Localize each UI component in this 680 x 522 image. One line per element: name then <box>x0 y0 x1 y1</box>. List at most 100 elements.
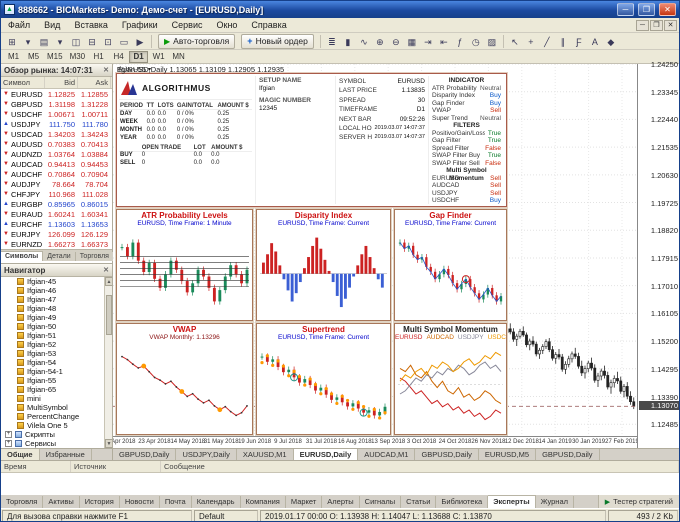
market-watch-row[interactable]: ▼ EURNZD 1.66273 1.66373 <box>1 239 112 249</box>
market-watch-row[interactable]: ▼ AUDCHF 0.70864 0.70904 <box>1 169 112 179</box>
timeframe-m15[interactable]: M15 <box>44 51 66 63</box>
terminal-tab[interactable]: Календарь <box>192 496 241 508</box>
navigator-item[interactable]: Ifgian-47 <box>1 295 112 304</box>
navigator-tab[interactable]: Избранные <box>40 449 92 460</box>
terminal-tab[interactable]: Сигналы <box>360 496 402 508</box>
chart-tab[interactable]: GBPUSD,Daily <box>415 449 479 460</box>
navigator-item[interactable]: Ifgian-54 <box>1 358 112 367</box>
mdi-minimize-button[interactable]: ─ <box>636 19 649 31</box>
navigator-item[interactable]: mini <box>1 394 112 403</box>
market-watch-row[interactable]: ▲ EURGBP 0.85965 0.86015 <box>1 199 112 209</box>
menu-item[interactable]: Файл <box>1 19 37 31</box>
market-watch-row[interactable]: ▼ EURJPY 126.099 126.129 <box>1 229 112 239</box>
indicators-list-icon[interactable]: ƒ <box>452 34 468 49</box>
market-watch-toggle-icon[interactable]: ◫ <box>68 34 84 49</box>
mdi-close-button[interactable]: ✕ <box>664 19 677 31</box>
navigator-item[interactable]: Ifgian-55 <box>1 376 112 385</box>
navigator-item[interactable]: Ifgian-45 <box>1 277 112 286</box>
terminal-column-header[interactable]: Сообщение <box>161 461 679 472</box>
mini-chart-panel[interactable]: ATR Probability Levels EURUSD, Time Frame… <box>116 209 253 321</box>
title-bar[interactable]: ▲ 888662 - BICMarkets- Demo: Демо-счет -… <box>1 1 679 18</box>
close-icon[interactable]: ✕ <box>103 266 109 274</box>
terminal-tab[interactable]: Эксперты <box>488 495 536 508</box>
autotrade-button[interactable]: ▶ Авто-торговля <box>158 33 236 49</box>
market-watch-row[interactable]: ▲ EURCHF 1.13603 1.13653 <box>1 219 112 229</box>
market-watch-row[interactable]: ▼ EURAUD 1.60241 1.60341 <box>1 209 112 219</box>
timeframe-h1[interactable]: H1 <box>89 51 108 63</box>
terminal-tab[interactable]: Активы <box>43 496 80 508</box>
navigator-tab[interactable]: Общие <box>1 449 40 460</box>
cursor-tool-icon[interactable]: ↖ <box>507 34 523 49</box>
market-watch-header[interactable]: Обзор рынка: 14:07:31 ✕ <box>1 64 112 77</box>
arrows-tool-icon[interactable]: ◆ <box>603 34 619 49</box>
navigator-item[interactable]: + Сервисы <box>1 439 112 448</box>
timeframe-mn[interactable]: MN <box>169 51 188 63</box>
chart-tab[interactable]: XAUUSD,M1 <box>237 449 294 460</box>
navigator-item[interactable]: Ifgian-49 <box>1 313 112 322</box>
terminal-tab[interactable]: Компания <box>241 496 286 508</box>
new-order-button[interactable]: + Новый ордер <box>241 33 314 49</box>
terminal-log[interactable] <box>1 473 679 495</box>
market-watch-row[interactable]: ▼ CHFJPY 110.968 111.028 <box>1 189 112 199</box>
navigator-item[interactable]: + Скрипты <box>1 430 112 439</box>
timeframe-m30[interactable]: M30 <box>67 51 89 63</box>
navigator-item[interactable]: Ifgian-51 <box>1 331 112 340</box>
menu-item[interactable]: Графики <box>115 19 165 31</box>
terminal-tab[interactable]: Почта <box>160 496 192 508</box>
zoom-in-icon[interactable]: ⊕ <box>372 34 388 49</box>
profiles-icon[interactable]: ▤ <box>36 34 52 49</box>
timeframe-d1[interactable]: D1 <box>129 50 149 63</box>
navigator-item[interactable]: Ifgian-65 <box>1 385 112 394</box>
navigator-item[interactable]: Ifgian-53 <box>1 349 112 358</box>
scroll-down-icon[interactable]: ▼ <box>105 439 112 448</box>
terminal-tab[interactable]: Новости <box>120 496 160 508</box>
chart-tab[interactable]: USDJPY,Daily <box>176 449 237 460</box>
column-header[interactable]: Символ <box>1 77 45 88</box>
menu-item[interactable]: Окно <box>210 19 245 31</box>
column-header[interactable]: Ask <box>78 77 111 88</box>
candlestick-mode-icon[interactable]: ▮ <box>340 34 356 49</box>
price-scale[interactable]: 1.24250 1.23345 1.22440 1.21535 1.20630 1.197… <box>637 60 679 448</box>
navigator-scrollbar[interactable]: ▲ ▼ <box>104 277 112 448</box>
market-watch-row[interactable]: ▲ USDJPY 111.750 111.780 <box>1 119 112 129</box>
channel-tool-icon[interactable]: ∥ <box>555 34 571 49</box>
market-watch-row[interactable]: ▼ USDCAD 1.34203 1.34243 <box>1 129 112 139</box>
fibonacci-tool-icon[interactable]: Ƒ <box>571 34 587 49</box>
navigator-item[interactable]: MultiSymbol <box>1 403 112 412</box>
scrollbar-thumb[interactable] <box>106 295 112 335</box>
timeframe-m5[interactable]: M5 <box>24 51 43 63</box>
timeframe-w1[interactable]: W1 <box>149 51 168 63</box>
menu-item[interactable]: Сервис <box>165 19 210 31</box>
chart-tab[interactable]: EURUSD,Daily <box>293 449 359 460</box>
chart-tab[interactable]: EURUSD,M5 <box>479 449 537 460</box>
profiles-dropdown-icon[interactable]: ▾ <box>52 34 68 49</box>
navigator-item[interactable]: Ifgian-46 <box>1 286 112 295</box>
chart-tab[interactable]: GBPUSD,Daily <box>536 449 600 460</box>
timeframe-m1[interactable]: M1 <box>4 51 23 63</box>
navigator-item[interactable]: PercentChange <box>1 412 112 421</box>
market-watch-row[interactable]: ▼ AUDJPY 78.664 78.704 <box>1 179 112 189</box>
terminal-toggle-icon[interactable]: ▭ <box>116 34 132 49</box>
crosshair-tool-icon[interactable]: + <box>523 34 539 49</box>
terminal-tab[interactable]: Торговля <box>1 496 44 508</box>
mini-chart-panel[interactable]: Supertrend EURUSD, Time Frame: Current <box>256 323 391 435</box>
menu-item[interactable]: Вставка <box>67 19 114 31</box>
mini-chart-panel[interactable]: Multi Symbol Momentum EURUSD AUDCAD USDJPY U… <box>394 323 507 435</box>
column-header[interactable]: Bid <box>45 77 78 88</box>
menu-item[interactable]: Вид <box>37 19 67 31</box>
navigator-item[interactable]: Ifgian-50 <box>1 322 112 331</box>
chart-shift-icon[interactable]: ⇤ <box>436 34 452 49</box>
market-watch-tab[interactable]: Детали <box>43 252 76 261</box>
terminal-column-header[interactable]: Время <box>1 461 71 472</box>
scroll-up-icon[interactable]: ▲ <box>105 277 112 286</box>
close-button[interactable]: ✕ <box>659 3 676 16</box>
navigator-item[interactable]: Ifgian-52 <box>1 340 112 349</box>
mini-chart-panel[interactable]: Disparity Index EURUSD, Time Frame: Curre… <box>256 209 391 321</box>
navigator-item[interactable]: Ifgian-54-1 <box>1 367 112 376</box>
navigator-toggle-icon[interactable]: ⊡ <box>100 34 116 49</box>
market-watch-tab[interactable]: Символы <box>1 251 44 261</box>
navigator-item[interactable]: Ifgian-48 <box>1 304 112 313</box>
zoom-out-icon[interactable]: ⊖ <box>388 34 404 49</box>
maximize-button[interactable]: ❐ <box>638 3 655 16</box>
mdi-restore-button[interactable]: ❐ <box>650 19 663 31</box>
